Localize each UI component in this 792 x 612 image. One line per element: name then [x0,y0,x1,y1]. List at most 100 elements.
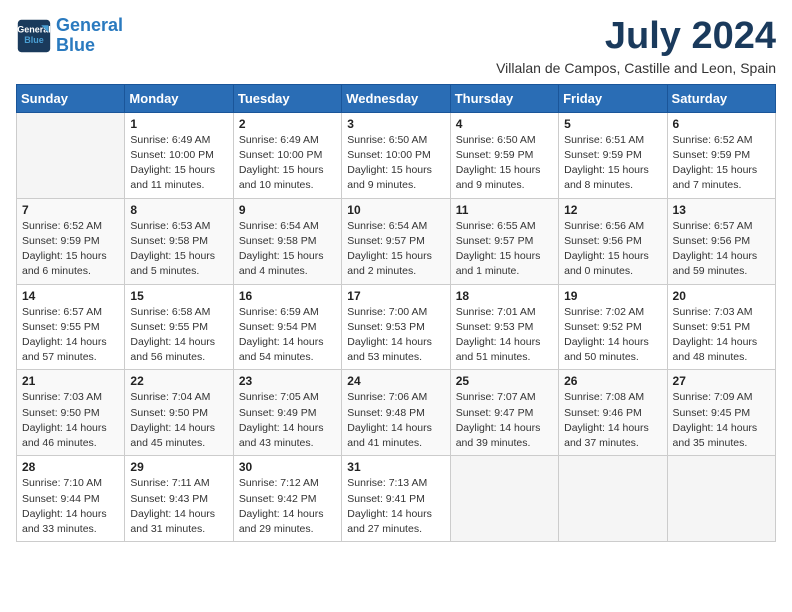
day-number: 21 [22,374,119,388]
month-title: July 2024 [496,16,776,58]
calendar-day-cell: 24Sunrise: 7:06 AMSunset: 9:48 PMDayligh… [342,370,450,456]
day-info: Sunrise: 6:50 AMSunset: 10:00 PMDaylight… [347,133,444,194]
day-info: Sunrise: 7:10 AMSunset: 9:44 PMDaylight:… [22,476,119,537]
day-info: Sunrise: 7:12 AMSunset: 9:42 PMDaylight:… [239,476,336,537]
calendar-week-row: 28 Sunrise: 7:10 AMSunset: 9:44 PMDayligh… [17,456,776,542]
calendar-day-cell: 7 Sunrise: 6:52 AMSunset: 9:59 PMDaylight… [17,198,125,284]
day-info: Sunrise: 6:52 AMSunset: 9:59 PMDaylight:… [673,133,770,194]
day-info: Sunrise: 6:57 AMSunset: 9:55 PMDaylight:… [22,305,119,366]
calendar-day-cell [559,456,667,542]
calendar-day-cell [667,456,775,542]
calendar-day-cell: 14 Sunrise: 6:57 AMSunset: 9:55 PMDayligh… [17,284,125,370]
day-number: 5 [564,117,661,131]
day-number: 12 [564,203,661,217]
day-number: 10 [347,203,444,217]
weekday-header-row: SundayMondayTuesdayWednesdayThursdayFrid… [17,84,776,112]
day-number: 25 [456,374,553,388]
day-info: Sunrise: 7:04 AMSunset: 9:50 PMDaylight:… [130,390,227,451]
day-info: Sunrise: 7:09 AMSunset: 9:45 PMDaylight:… [673,390,770,451]
day-info: Sunrise: 7:13 AMSunset: 9:41 PMDaylight:… [347,476,444,537]
day-info: Sunrise: 6:49 AMSunset: 10:00 PMDaylight… [239,133,336,194]
day-number: 19 [564,289,661,303]
calendar-week-row: 14 Sunrise: 6:57 AMSunset: 9:55 PMDayligh… [17,284,776,370]
calendar-day-cell: 1 Sunrise: 6:49 AMSunset: 10:00 PMDayligh… [125,112,233,198]
day-number: 6 [673,117,770,131]
day-number: 28 [22,460,119,474]
day-info: Sunrise: 6:52 AMSunset: 9:59 PMDaylight:… [22,219,119,280]
day-info: Sunrise: 7:00 AMSunset: 9:53 PMDaylight:… [347,305,444,366]
day-info: Sunrise: 7:02 AMSunset: 9:52 PMDaylight:… [564,305,661,366]
day-number: 2 [239,117,336,131]
day-number: 3 [347,117,444,131]
calendar-day-cell: 29Sunrise: 7:11 AMSunset: 9:43 PMDayligh… [125,456,233,542]
day-info: Sunrise: 6:58 AMSunset: 9:55 PMDaylight:… [130,305,227,366]
day-number: 29 [130,460,227,474]
day-number: 31 [347,460,444,474]
day-info: Sunrise: 6:49 AMSunset: 10:00 PMDaylight… [130,133,227,194]
day-info: Sunrise: 7:03 AMSunset: 9:50 PMDaylight:… [22,390,119,451]
day-number: 13 [673,203,770,217]
weekday-header-cell: Thursday [450,84,558,112]
day-number: 17 [347,289,444,303]
day-number: 14 [22,289,119,303]
calendar-day-cell: 13Sunrise: 6:57 AMSunset: 9:56 PMDayligh… [667,198,775,284]
day-number: 30 [239,460,336,474]
calendar-day-cell: 20 Sunrise: 7:03 AMSunset: 9:51 PMDayligh… [667,284,775,370]
logo-blue: Blue [56,35,95,55]
day-number: 15 [130,289,227,303]
calendar-day-cell: 12Sunrise: 6:56 AMSunset: 9:56 PMDayligh… [559,198,667,284]
calendar-day-cell: 31 Sunrise: 7:13 AMSunset: 9:41 PMDayligh… [342,456,450,542]
svg-text:Blue: Blue [24,35,44,45]
logo-general: General [56,15,123,35]
calendar-day-cell: 18 Sunrise: 7:01 AMSunset: 9:53 PMDayligh… [450,284,558,370]
day-info: Sunrise: 7:01 AMSunset: 9:53 PMDaylight:… [456,305,553,366]
calendar-day-cell: 16Sunrise: 6:59 AMSunset: 9:54 PMDayligh… [233,284,341,370]
day-number: 20 [673,289,770,303]
day-number: 16 [239,289,336,303]
calendar-week-row: 7 Sunrise: 6:52 AMSunset: 9:59 PMDaylight… [17,198,776,284]
calendar-day-cell: 2 Sunrise: 6:49 AMSunset: 10:00 PMDayligh… [233,112,341,198]
logo-icon: General Blue [16,18,52,54]
day-number: 23 [239,374,336,388]
day-info: Sunrise: 7:06 AMSunset: 9:48 PMDaylight:… [347,390,444,451]
weekday-header-cell: Tuesday [233,84,341,112]
weekday-header-cell: Monday [125,84,233,112]
day-number: 11 [456,203,553,217]
day-info: Sunrise: 7:03 AMSunset: 9:51 PMDaylight:… [673,305,770,366]
calendar-day-cell: 10 Sunrise: 6:54 AMSunset: 9:57 PMDayligh… [342,198,450,284]
calendar-day-cell: 11 Sunrise: 6:55 AMSunset: 9:57 PMDayligh… [450,198,558,284]
calendar-day-cell: 15 Sunrise: 6:58 AMSunset: 9:55 PMDayligh… [125,284,233,370]
calendar-body: 1 Sunrise: 6:49 AMSunset: 10:00 PMDayligh… [17,112,776,541]
day-number: 9 [239,203,336,217]
calendar-day-cell: 26Sunrise: 7:08 AMSunset: 9:46 PMDayligh… [559,370,667,456]
calendar-table: SundayMondayTuesdayWednesdayThursdayFrid… [16,84,776,542]
calendar-day-cell: 30 Sunrise: 7:12 AMSunset: 9:42 PMDayligh… [233,456,341,542]
day-number: 27 [673,374,770,388]
day-info: Sunrise: 7:05 AMSunset: 9:49 PMDaylight:… [239,390,336,451]
day-info: Sunrise: 6:55 AMSunset: 9:57 PMDaylight:… [456,219,553,280]
calendar-day-cell: 19 Sunrise: 7:02 AMSunset: 9:52 PMDayligh… [559,284,667,370]
logo-text: General Blue [56,16,123,56]
day-info: Sunrise: 6:54 AMSunset: 9:57 PMDaylight:… [347,219,444,280]
day-number: 7 [22,203,119,217]
location-subtitle: Villalan de Campos, Castille and Leon, S… [496,60,776,76]
day-number: 22 [130,374,227,388]
calendar-day-cell: 4Sunrise: 6:50 AMSunset: 9:59 PMDaylight… [450,112,558,198]
day-info: Sunrise: 7:07 AMSunset: 9:47 PMDaylight:… [456,390,553,451]
logo: General Blue General Blue [16,16,123,56]
calendar-day-cell: 17 Sunrise: 7:00 AMSunset: 9:53 PMDayligh… [342,284,450,370]
calendar-day-cell: 27 Sunrise: 7:09 AMSunset: 9:45 PMDayligh… [667,370,775,456]
day-info: Sunrise: 6:51 AMSunset: 9:59 PMDaylight:… [564,133,661,194]
weekday-header-cell: Sunday [17,84,125,112]
calendar-week-row: 21 Sunrise: 7:03 AMSunset: 9:50 PMDayligh… [17,370,776,456]
day-number: 8 [130,203,227,217]
calendar-day-cell: 21 Sunrise: 7:03 AMSunset: 9:50 PMDayligh… [17,370,125,456]
calendar-day-cell: 5 Sunrise: 6:51 AMSunset: 9:59 PMDaylight… [559,112,667,198]
calendar-day-cell: 3 Sunrise: 6:50 AMSunset: 10:00 PMDayligh… [342,112,450,198]
calendar-day-cell: 22 Sunrise: 7:04 AMSunset: 9:50 PMDayligh… [125,370,233,456]
day-number: 18 [456,289,553,303]
day-info: Sunrise: 7:08 AMSunset: 9:46 PMDaylight:… [564,390,661,451]
calendar-day-cell [450,456,558,542]
weekday-header-cell: Wednesday [342,84,450,112]
day-number: 1 [130,117,227,131]
